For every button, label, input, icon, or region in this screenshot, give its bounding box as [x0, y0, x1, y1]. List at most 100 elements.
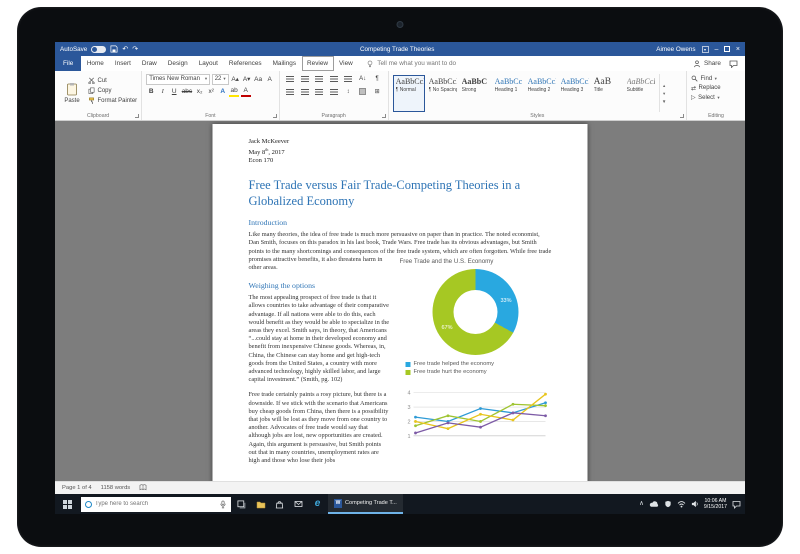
show-formatting-marks-button[interactable]: ¶ — [371, 74, 384, 85]
clear-formatting-button[interactable]: A — [265, 74, 275, 85]
taskbar-search-box[interactable] — [81, 497, 231, 512]
tab-draw[interactable]: Draw — [136, 56, 162, 71]
close-button[interactable]: × — [736, 46, 740, 53]
mail-icon[interactable] — [290, 494, 307, 514]
shading-button[interactable] — [356, 87, 369, 98]
justify-button[interactable] — [327, 87, 340, 98]
italic-button[interactable]: I — [158, 87, 168, 98]
superscript-button[interactable]: x² — [206, 87, 216, 98]
start-button[interactable] — [55, 494, 79, 514]
minimize-button[interactable]: – — [715, 46, 719, 53]
find-button[interactable]: Find ▾ — [691, 75, 741, 82]
numbering-button[interactable] — [298, 74, 311, 85]
bold-button[interactable]: B — [146, 87, 156, 98]
style-card-subtitle[interactable]: AaBbCcDSubtitle — [624, 75, 656, 112]
file-explorer-icon[interactable] — [252, 494, 269, 514]
legend-label: Free trade hurt the economy — [414, 368, 487, 377]
tray-chevron-up-icon[interactable]: ∧ — [639, 501, 644, 508]
tell-me-box[interactable]: Tell me what you want to do — [366, 60, 456, 68]
style-card-heading-3[interactable]: AaBbCcDHeading 3 — [558, 75, 590, 112]
tab-file[interactable]: File — [55, 56, 81, 71]
font-dialog-launcher-icon[interactable] — [273, 114, 277, 118]
proofing-icon[interactable] — [139, 484, 147, 493]
tab-home[interactable]: Home — [81, 56, 109, 71]
styles-more-icon[interactable]: ▼ — [662, 99, 666, 104]
comments-icon[interactable] — [729, 60, 738, 68]
page-indicator[interactable]: Page 1 of 4 — [62, 485, 92, 491]
clipboard-dialog-launcher-icon[interactable] — [135, 114, 139, 118]
store-icon[interactable] — [271, 494, 288, 514]
font-family-select[interactable]: Times New Roman▾ — [146, 74, 210, 85]
bullets-button[interactable] — [284, 74, 297, 85]
donut-chart[interactable] — [433, 269, 519, 355]
format-painter-button[interactable]: Format Painter — [88, 97, 137, 104]
taskbar-clock[interactable]: 10:06 AM 9/15/2017 — [704, 498, 727, 510]
edge-icon[interactable]: e — [309, 494, 326, 514]
align-right-button[interactable] — [313, 87, 326, 98]
styles-group: AaBbCcDc¶ Normal AaBbCcDc¶ No Spacing Aa… — [389, 71, 687, 120]
style-card-heading-2[interactable]: AaBbCcEHeading 2 — [525, 75, 557, 112]
tab-references[interactable]: References — [223, 56, 267, 71]
status-bar: Page 1 of 4 1158 words — [55, 481, 745, 494]
style-card-heading-1[interactable]: AaBbCcHeading 1 — [492, 75, 524, 112]
svg-text:4: 4 — [407, 391, 410, 397]
tab-design[interactable]: Design — [162, 56, 193, 71]
style-card-title[interactable]: AaBTitle — [591, 75, 623, 112]
line-spacing-button[interactable]: ↕ — [342, 87, 355, 98]
search-input[interactable] — [95, 501, 216, 507]
text-effects-button[interactable]: A — [218, 87, 228, 98]
shrink-font-button[interactable]: A▾ — [242, 74, 252, 85]
paste-button[interactable]: Paste — [59, 74, 85, 112]
paragraph-dialog-launcher-icon[interactable] — [382, 114, 386, 118]
word-taskbar-button[interactable]: W Competing Trade T... — [328, 494, 403, 514]
save-icon[interactable] — [110, 45, 118, 53]
maximize-button[interactable] — [724, 46, 730, 52]
tab-mailings[interactable]: Mailings — [267, 56, 301, 71]
volume-icon[interactable] — [691, 500, 699, 508]
font-size-select[interactable]: 22▾ — [212, 74, 229, 85]
document-page[interactable]: Jack McKeever May 8th, 2017 Econ 170 Fre… — [213, 124, 588, 481]
change-case-button[interactable]: Aa — [253, 74, 263, 85]
style-card-strong[interactable]: AaBbCStrong — [459, 75, 491, 112]
strikethrough-button[interactable]: abc — [181, 87, 193, 98]
subscript-button[interactable]: x₂ — [195, 87, 205, 98]
styles-dialog-launcher-icon[interactable] — [680, 114, 684, 118]
undo-icon[interactable]: ↶ — [122, 46, 128, 53]
underline-button[interactable]: U — [169, 87, 179, 98]
align-left-button[interactable] — [284, 87, 297, 98]
task-view-button[interactable] — [233, 494, 250, 514]
wifi-icon[interactable] — [677, 500, 686, 508]
tab-view[interactable]: View — [334, 56, 359, 71]
replace-button[interactable]: ⇄ Replace — [691, 85, 741, 92]
word-count[interactable]: 1158 words — [101, 485, 131, 491]
increase-indent-button[interactable] — [342, 74, 355, 85]
security-shield-icon[interactable] — [664, 500, 672, 508]
tab-review[interactable]: Review — [302, 56, 334, 71]
style-card-no-spacing[interactable]: AaBbCcDc¶ No Spacing — [426, 75, 458, 112]
tab-layout[interactable]: Layout — [193, 56, 223, 71]
borders-button[interactable]: ⊞ — [371, 87, 384, 98]
font-color-button[interactable]: A — [241, 87, 251, 98]
grow-font-button[interactable]: A▴ — [230, 74, 240, 85]
autosave-toggle[interactable] — [91, 46, 106, 53]
cut-button[interactable]: Cut — [88, 77, 137, 84]
user-name[interactable]: Aimee Owens — [656, 46, 695, 53]
tab-insert[interactable]: Insert — [109, 56, 136, 71]
align-center-button[interactable] — [298, 87, 311, 98]
share-button[interactable]: Share — [693, 60, 721, 68]
select-button[interactable]: ▷ Select ▾ — [691, 94, 741, 101]
ribbon-display-options-icon[interactable]: ▾ — [702, 46, 709, 53]
styles-scroll-down-icon[interactable]: ▾ — [663, 91, 665, 97]
highlight-color-button[interactable]: ab — [229, 87, 239, 98]
line-chart-svg[interactable]: 1234 — [400, 381, 550, 451]
decrease-indent-button[interactable] — [327, 74, 340, 85]
action-center-icon[interactable] — [732, 500, 741, 509]
copy-button[interactable]: Copy — [88, 87, 137, 94]
sort-button[interactable]: A↓ — [356, 74, 369, 85]
styles-scroll-up-icon[interactable]: ▴ — [663, 83, 665, 89]
multilevel-list-button[interactable] — [313, 74, 326, 85]
style-card-normal[interactable]: AaBbCcDc¶ Normal — [393, 75, 425, 112]
microphone-icon[interactable] — [219, 500, 227, 509]
replace-icon: ⇄ — [691, 85, 696, 92]
onedrive-cloud-icon[interactable] — [649, 500, 659, 508]
